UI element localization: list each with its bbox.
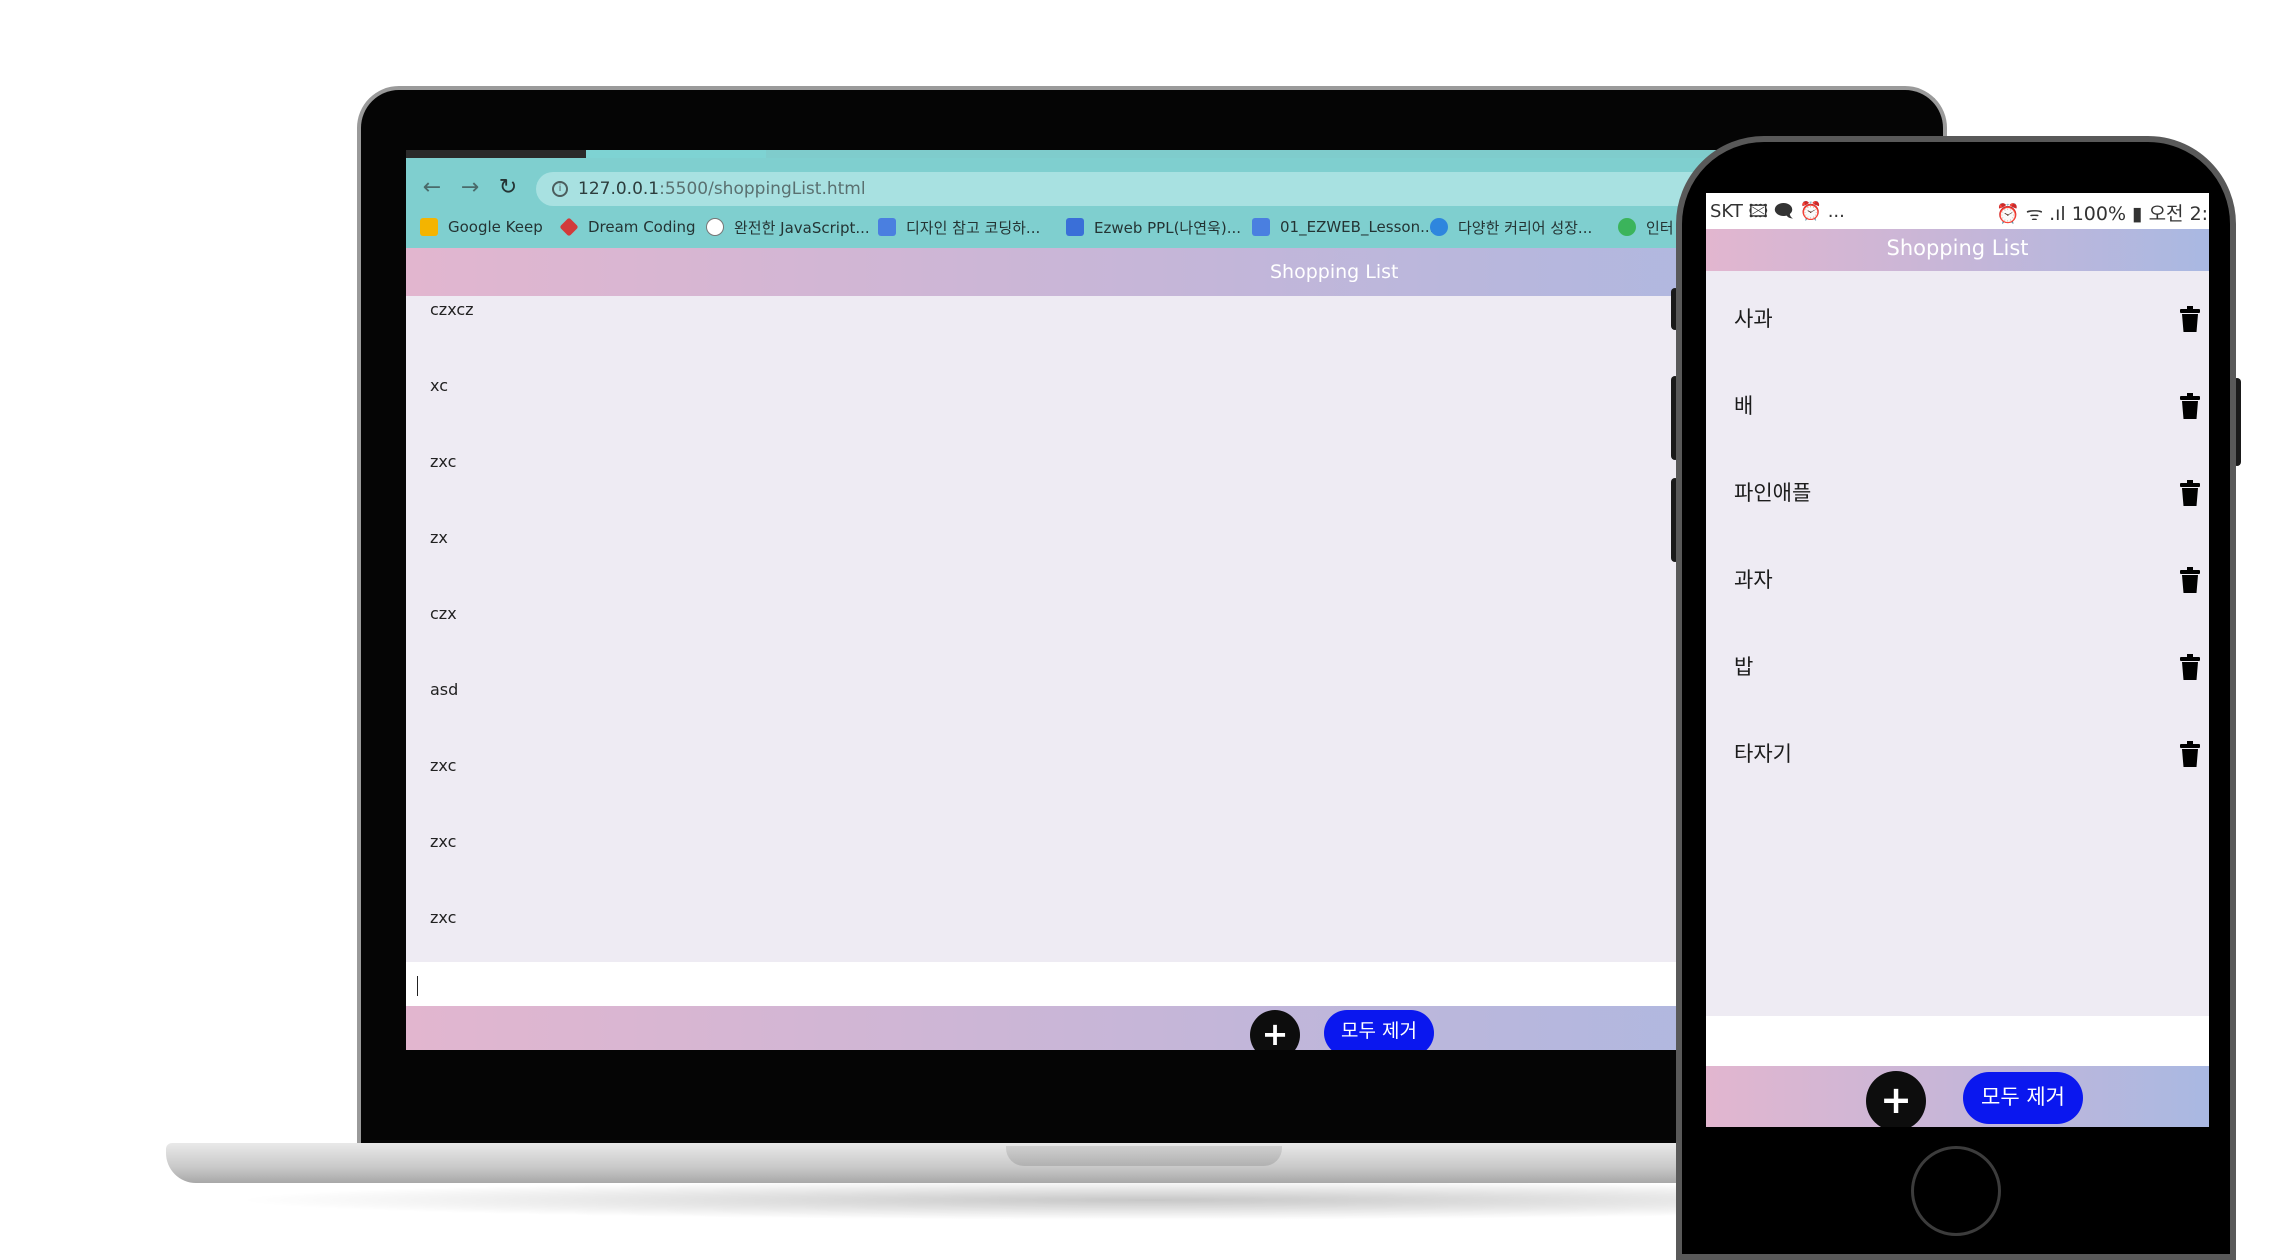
bookmarks-bar: Google Keep Dream Coding 완전한 JavaScript.… bbox=[406, 206, 1886, 248]
bookmark-design-reference[interactable]: 디자인 참고 코딩하... bbox=[878, 206, 1040, 248]
list-item: czxcz bbox=[430, 300, 474, 319]
list-item-label: 과자 bbox=[1734, 568, 1773, 592]
forward-arrow-icon[interactable]: → bbox=[458, 176, 482, 200]
docs-icon bbox=[1252, 218, 1270, 236]
trash-icon[interactable] bbox=[2180, 306, 2200, 332]
laptop-screen: ← → ↻ i 127.0.0.1:5500/shoppingList.html… bbox=[406, 150, 1886, 1050]
phone-clear-all-button[interactable]: 모두 제거 bbox=[1963, 1072, 2083, 1124]
list-item: zxc bbox=[430, 908, 457, 927]
phone-page-title: Shopping List bbox=[1886, 236, 2029, 260]
list-item-label: 파인애플 bbox=[1734, 481, 1812, 505]
bookmark-interview[interactable]: 인터 bbox=[1618, 206, 1674, 248]
bookmark-label: 인터 bbox=[1646, 218, 1674, 237]
google-keep-icon bbox=[420, 218, 438, 236]
bookmark-label: Google Keep bbox=[448, 218, 543, 236]
list-item: zxc bbox=[430, 756, 457, 775]
list-item: zx bbox=[430, 528, 448, 547]
list-item: zxc bbox=[430, 832, 457, 851]
url-host: 127.0.0.1 bbox=[578, 179, 660, 199]
career-icon bbox=[1430, 218, 1448, 236]
trash-icon[interactable] bbox=[2180, 567, 2200, 593]
add-button[interactable]: + bbox=[1250, 1010, 1300, 1050]
bookmark-label: 완전한 JavaScript... bbox=[734, 218, 870, 237]
javascript-course-icon bbox=[706, 218, 724, 236]
contact-icon bbox=[1066, 218, 1084, 236]
back-arrow-icon[interactable]: ← bbox=[420, 176, 444, 200]
bookmark-label: Dream Coding bbox=[588, 218, 696, 236]
phone-screen: SKT 🖾 🗨 ⏰ ... ⏰ ᯤ .ıl 100% ▮ 오전 2:1 Shop… bbox=[1706, 193, 2209, 1127]
trash-icon[interactable] bbox=[2180, 654, 2200, 680]
list-item: zxc bbox=[430, 452, 457, 471]
status-right: ⏰ ᯤ .ıl 100% ▮ 오전 2:1 bbox=[1996, 203, 2209, 225]
item-input[interactable] bbox=[406, 962, 1886, 1006]
bookmark-ezweb-lesson[interactable]: 01_EZWEB_Lesson... bbox=[1252, 206, 1434, 248]
docs-icon bbox=[878, 218, 896, 236]
phone-app-footer: + 모두 제거 bbox=[1706, 1066, 2209, 1127]
bookmark-ezweb-ppl[interactable]: Ezweb PPL(나연욱)... bbox=[1066, 206, 1241, 248]
phone-item-input[interactable] bbox=[1706, 1016, 2209, 1066]
bookmark-label: 디자인 참고 코딩하... bbox=[906, 218, 1041, 237]
status-left: SKT 🖾 🗨 ⏰ ... bbox=[1710, 201, 1845, 222]
green-site-icon bbox=[1618, 218, 1636, 236]
trash-icon[interactable] bbox=[2180, 480, 2200, 506]
bookmark-career[interactable]: 다양한 커리어 성장... bbox=[1430, 206, 1592, 248]
bookmark-javascript[interactable]: 완전한 JavaScript... bbox=[706, 206, 870, 248]
trash-icon[interactable] bbox=[2180, 741, 2200, 767]
bookmark-google-keep[interactable]: Google Keep bbox=[420, 206, 543, 248]
bookmark-label: 01_EZWEB_Lesson... bbox=[1280, 218, 1435, 236]
list-item-label: 타자기 bbox=[1734, 742, 1792, 766]
app-header bbox=[406, 248, 1886, 296]
url-path: :5500/shoppingList.html bbox=[659, 179, 866, 199]
browser-toolbar: ← → ↻ i 127.0.0.1:5500/shoppingList.html bbox=[406, 158, 1886, 206]
bookmark-label: Ezweb PPL(나연욱)... bbox=[1094, 218, 1241, 237]
home-button[interactable] bbox=[1911, 1146, 2001, 1236]
status-bar: SKT 🖾 🗨 ⏰ ... ⏰ ᯤ .ıl 100% ▮ 오전 2:1 bbox=[1706, 193, 2209, 229]
list-item: asd bbox=[430, 680, 459, 699]
app-footer: + 모두 제거 bbox=[406, 1006, 1886, 1050]
page-title: Shopping List bbox=[1270, 261, 1399, 283]
tab-left[interactable] bbox=[586, 150, 766, 158]
list-item: xc bbox=[430, 376, 448, 395]
clear-all-button[interactable]: 모두 제거 bbox=[1324, 1010, 1434, 1050]
bookmark-dream-coding[interactable]: Dream Coding bbox=[559, 206, 696, 248]
text-caret bbox=[417, 976, 418, 996]
dream-coding-icon bbox=[559, 217, 579, 237]
trash-icon[interactable] bbox=[2180, 393, 2200, 419]
phone-add-button[interactable]: + bbox=[1866, 1071, 1926, 1127]
laptop-notch bbox=[1006, 1146, 1282, 1166]
bookmark-label: 다양한 커리어 성장... bbox=[1458, 218, 1593, 237]
reload-icon[interactable]: ↻ bbox=[496, 176, 520, 200]
site-info-icon[interactable]: i bbox=[552, 181, 568, 197]
url-text[interactable]: 127.0.0.1:5500/shoppingList.html bbox=[578, 179, 866, 199]
list-item-label: 밥 bbox=[1734, 655, 1754, 679]
list-item-label: 배 bbox=[1734, 394, 1754, 418]
list-item: czx bbox=[430, 604, 457, 623]
list-item-label: 사과 bbox=[1734, 307, 1773, 331]
